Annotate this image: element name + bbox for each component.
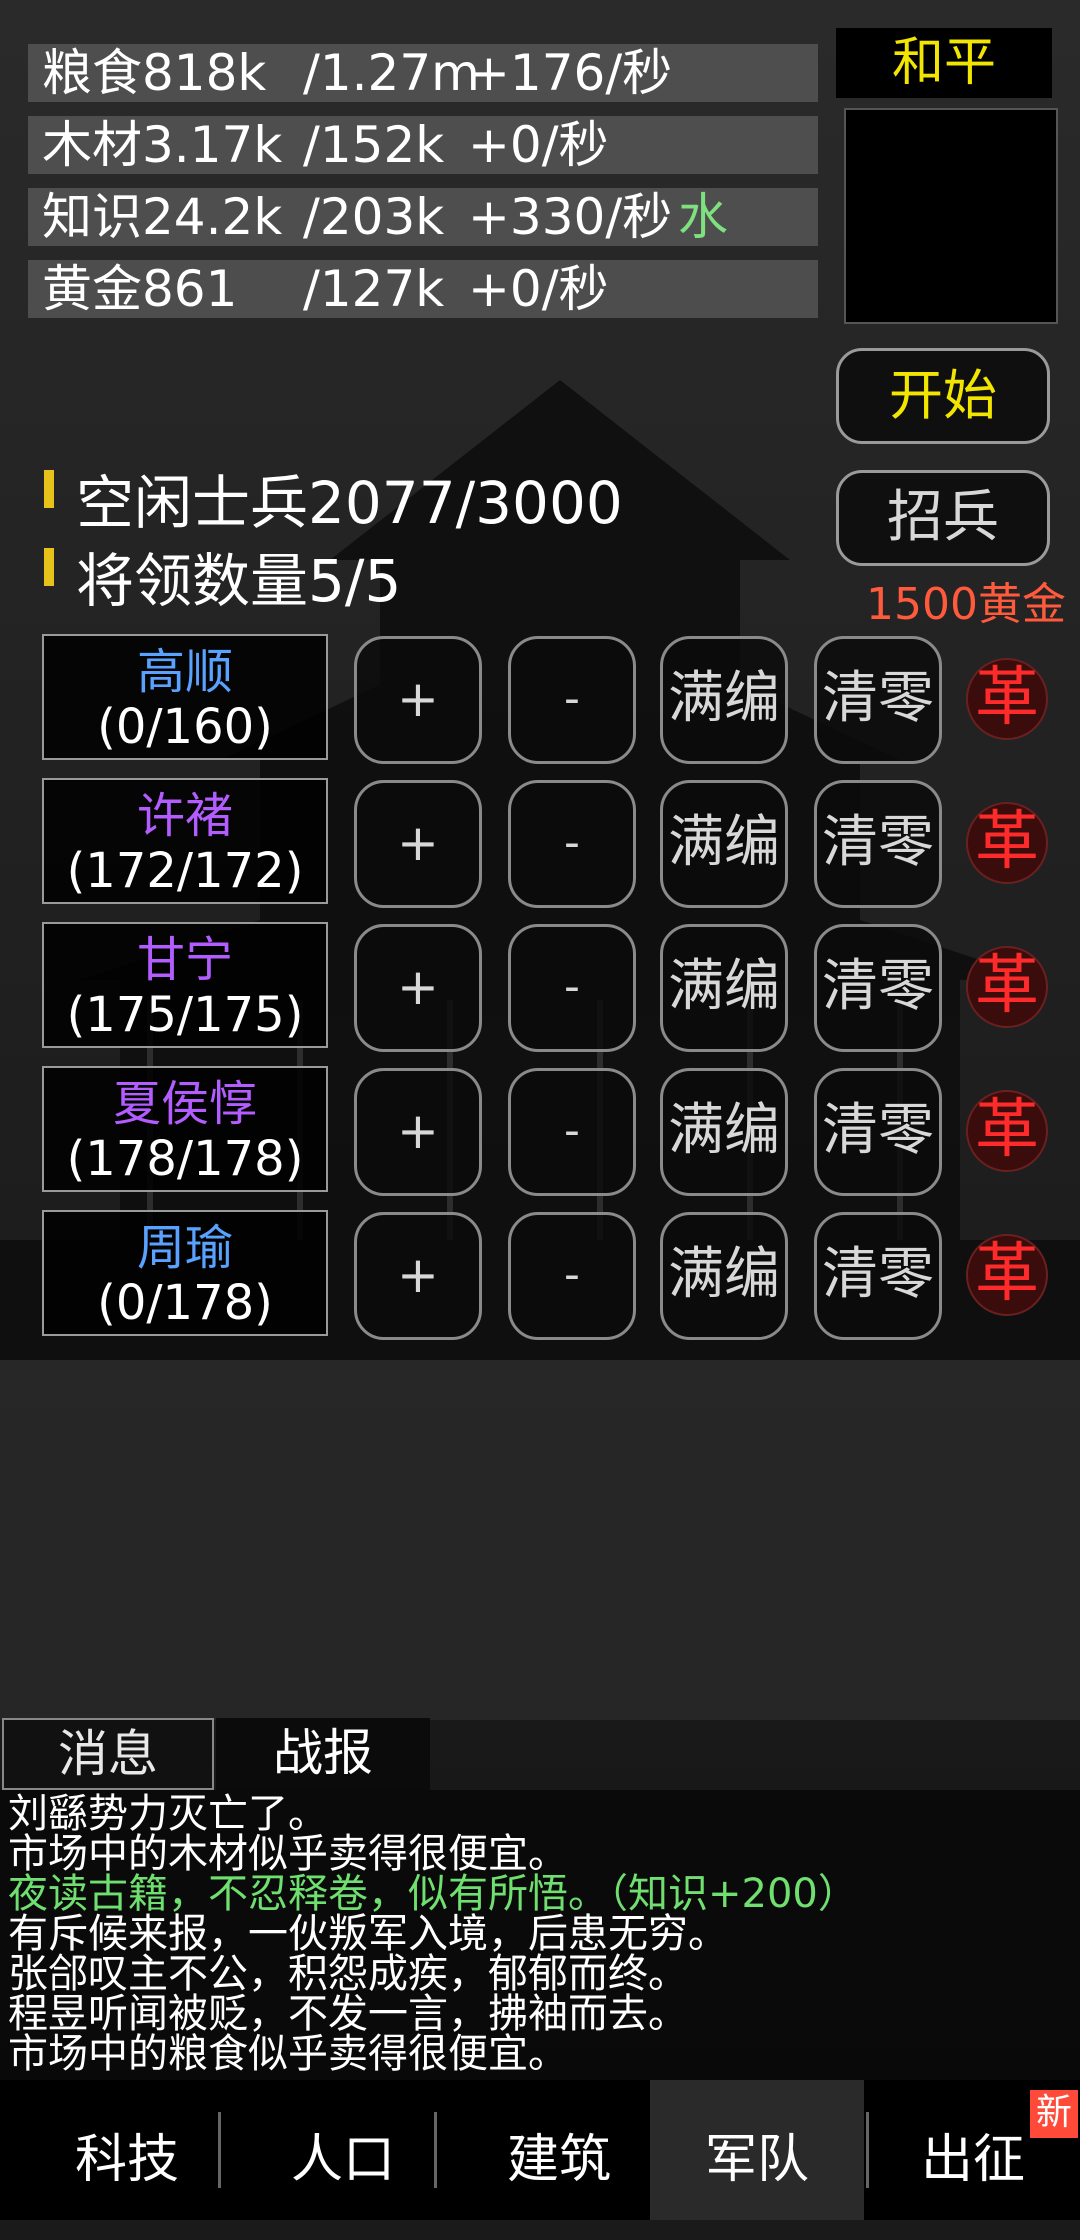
clear-troops-button[interactable]: 清零	[814, 1212, 942, 1340]
message-log: 刘繇势力灭亡了。 市场中的木材似乎卖得很便宜。 夜读古籍，不忍释卷，似有所悟。（…	[0, 1790, 1080, 2080]
clear-troops-button[interactable]: 清零	[814, 924, 942, 1052]
dismiss-general-button[interactable]: 革	[966, 946, 1048, 1028]
remove-troops-button[interactable]: -	[508, 1212, 636, 1340]
resource-extra: 水	[678, 188, 728, 246]
resource-name: 木材3.17k	[42, 116, 283, 174]
resource-rate: +176/秒	[468, 44, 673, 102]
general-card[interactable]: 甘宁 (175/175)	[42, 922, 328, 1048]
bullet-marker	[44, 470, 54, 508]
fill-troops-button[interactable]: 满编	[660, 1068, 788, 1196]
log-line: 夜读古籍，不忍释卷，似有所悟。（知识+200）	[8, 1871, 858, 1917]
resource-name: 黄金861	[42, 260, 238, 318]
resource-row-gold: 黄金861 /127k +0/秒	[28, 260, 818, 318]
general-row: 高顺 (0/160) + - 满编 清零 革	[0, 634, 1080, 764]
resource-rate: +0/秒	[468, 260, 609, 318]
remove-troops-button[interactable]: -	[508, 1068, 636, 1196]
generals-count-text: 将领数量5/5	[76, 547, 402, 615]
nav-divider	[434, 2112, 437, 2188]
fill-troops-button[interactable]: 满编	[660, 1212, 788, 1340]
resource-row-food: 粮食818k /1.27m +176/秒	[28, 44, 818, 102]
general-name: 甘宁	[136, 932, 233, 988]
dismiss-general-button[interactable]: 革	[966, 802, 1048, 884]
general-troops: (172/172)	[66, 843, 304, 899]
resource-name: 知识24.2k	[42, 188, 283, 246]
new-badge: 新	[1030, 2090, 1078, 2138]
tab-messages[interactable]: 消息	[2, 1718, 214, 1790]
general-troops: (0/178)	[97, 1275, 273, 1331]
recruit-button[interactable]: 招兵	[836, 470, 1050, 566]
log-line: 张郃叹主不公，积怨成疾，郁郁而终。	[8, 1951, 688, 1997]
fill-troops-button[interactable]: 满编	[660, 924, 788, 1052]
resource-row-wood: 木材3.17k /152k +0/秒	[28, 116, 818, 174]
add-troops-button[interactable]: +	[354, 924, 482, 1052]
log-line: 程昱听闻被贬，不发一言，拂袖而去。	[8, 1991, 688, 2037]
general-row: 夏侯惇 (178/178) + - 满编 清零 革	[0, 1066, 1080, 1196]
tab-battle-report[interactable]: 战报	[216, 1718, 430, 1790]
bottom-nav: 科技 人口 建筑 军队 出征	[0, 2080, 1080, 2220]
resource-row-knowledge: 知识24.2k /203k +330/秒 水	[28, 188, 818, 246]
general-troops: (175/175)	[66, 987, 304, 1043]
nav-tech[interactable]: 科技	[20, 2080, 234, 2220]
start-button[interactable]: 开始	[836, 348, 1050, 444]
clear-troops-button[interactable]: 清零	[814, 636, 942, 764]
general-card[interactable]: 周瑜 (0/178)	[42, 1210, 328, 1336]
general-row: 周瑜 (0/178) + - 满编 清零 革	[0, 1210, 1080, 1340]
general-row: 甘宁 (175/175) + - 满编 清零 革	[0, 922, 1080, 1052]
general-card[interactable]: 夏侯惇 (178/178)	[42, 1066, 328, 1192]
general-name: 周瑜	[136, 1220, 233, 1276]
general-card[interactable]: 高顺 (0/160)	[42, 634, 328, 760]
general-troops: (0/160)	[97, 699, 273, 755]
add-troops-button[interactable]: +	[354, 1068, 482, 1196]
dismiss-general-button[interactable]: 革	[966, 658, 1048, 740]
general-name: 许褚	[136, 788, 233, 844]
log-line: 刘繇势力灭亡了。	[8, 1791, 328, 1837]
add-troops-button[interactable]: +	[354, 1212, 482, 1340]
fill-troops-button[interactable]: 满编	[660, 636, 788, 764]
general-row: 许褚 (172/172) + - 满编 清零 革	[0, 778, 1080, 908]
nav-buildings[interactable]: 建筑	[452, 2080, 666, 2220]
remove-troops-button[interactable]: -	[508, 924, 636, 1052]
status-panel	[844, 108, 1058, 324]
remove-troops-button[interactable]: -	[508, 636, 636, 764]
resource-rate: +0/秒	[468, 116, 609, 174]
clear-troops-button[interactable]: 清零	[814, 1068, 942, 1196]
general-name: 夏侯惇	[112, 1076, 257, 1132]
nav-divider	[218, 2112, 221, 2188]
resource-cap: /1.27m	[303, 44, 480, 102]
resource-name: 粮食818k	[42, 44, 267, 102]
remove-troops-button[interactable]: -	[508, 780, 636, 908]
add-troops-button[interactable]: +	[354, 636, 482, 764]
clear-troops-button[interactable]: 清零	[814, 780, 942, 908]
resource-rate: +330/秒	[468, 188, 673, 246]
nav-army[interactable]: 军队	[650, 2080, 864, 2220]
log-line: 市场中的木材似乎卖得很便宜。	[8, 1831, 568, 1877]
status-label: 和平	[836, 28, 1052, 98]
nav-population[interactable]: 人口	[236, 2080, 450, 2220]
dismiss-general-button[interactable]: 革	[966, 1234, 1048, 1316]
general-card[interactable]: 许褚 (172/172)	[42, 778, 328, 904]
log-line: 市场中的粮食似乎卖得很便宜。	[8, 2031, 568, 2077]
recruit-cost: 1500黄金	[866, 579, 1066, 630]
resource-cap: /203k	[303, 188, 445, 246]
general-troops: (178/178)	[66, 1131, 304, 1187]
resource-cap: /127k	[303, 260, 445, 318]
add-troops-button[interactable]: +	[354, 780, 482, 908]
fill-troops-button[interactable]: 满编	[660, 780, 788, 908]
dismiss-general-button[interactable]: 革	[966, 1090, 1048, 1172]
general-name: 高顺	[136, 644, 233, 700]
resource-cap: /152k	[303, 116, 445, 174]
bullet-marker	[44, 548, 54, 586]
idle-soldiers-text: 空闲士兵2077/3000	[76, 469, 623, 537]
log-line: 有斥候来报，一伙叛军入境，后患无穷。	[8, 1911, 728, 1957]
